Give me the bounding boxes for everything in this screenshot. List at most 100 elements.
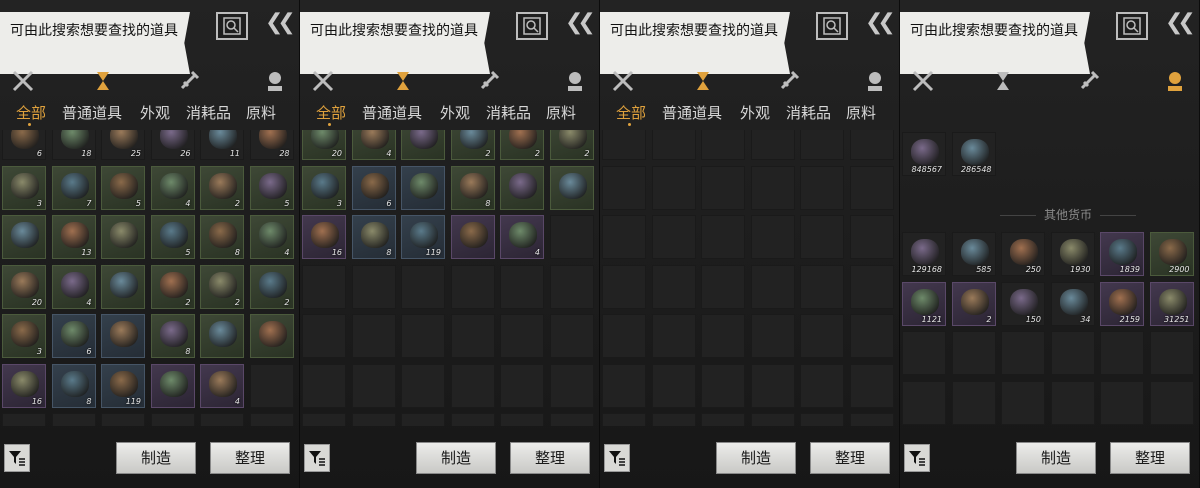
tab-3[interactable]: 消耗品	[786, 102, 831, 123]
empty-slot[interactable]	[951, 331, 996, 375]
item-slot[interactable]: 2	[150, 264, 195, 309]
filter-button[interactable]	[904, 444, 930, 472]
empty-slot[interactable]	[249, 413, 294, 426]
tab-1[interactable]: 普通道具	[362, 102, 422, 123]
empty-slot[interactable]	[701, 314, 745, 358]
item-slot[interactable]: 129168	[902, 232, 946, 276]
crossed-swords-icon[interactable]	[610, 68, 636, 94]
empty-slot[interactable]	[549, 363, 594, 408]
empty-slot[interactable]	[800, 363, 844, 408]
item-slot[interactable]	[101, 215, 145, 259]
sort-button[interactable]: 整理	[1110, 442, 1190, 474]
filter-button[interactable]	[604, 444, 630, 472]
empty-slot[interactable]	[450, 363, 495, 408]
item-slot[interactable]: 5	[101, 165, 145, 210]
item-slot[interactable]: 250	[1001, 232, 1045, 276]
coin-bag-icon[interactable]	[1162, 68, 1188, 94]
empty-slot[interactable]	[450, 413, 495, 426]
empty-slot[interactable]	[602, 363, 646, 408]
tab-4[interactable]: 原料	[846, 102, 876, 123]
item-slot[interactable]: 5	[249, 165, 294, 210]
item-slot[interactable]: 2900	[1149, 232, 1194, 276]
empty-slot[interactable]	[849, 130, 894, 160]
empty-slot[interactable]	[1001, 331, 1045, 375]
empty-slot[interactable]	[2, 413, 46, 426]
scroll-icon[interactable]	[476, 68, 502, 94]
item-slot[interactable]	[101, 314, 145, 358]
item-slot[interactable]: 2	[249, 264, 294, 309]
empty-slot[interactable]	[800, 215, 844, 259]
item-slot[interactable]: 2	[450, 130, 495, 160]
item-slot[interactable]: 1839	[1100, 232, 1144, 276]
empty-slot[interactable]	[549, 314, 594, 358]
empty-slot[interactable]	[351, 413, 396, 426]
empty-slot[interactable]	[549, 413, 594, 426]
item-slot[interactable]: 2	[200, 264, 244, 309]
item-slot[interactable]	[401, 130, 445, 160]
double-chevron-left-icon[interactable]: ❮❮	[1165, 10, 1196, 35]
hourglass-icon[interactable]	[990, 68, 1016, 94]
empty-slot[interactable]	[500, 363, 544, 408]
item-slot[interactable]: 34	[1050, 281, 1095, 326]
empty-slot[interactable]	[800, 165, 844, 210]
empty-slot[interactable]	[302, 314, 346, 358]
empty-slot[interactable]	[701, 363, 745, 408]
tab-4[interactable]: 原料	[246, 102, 276, 123]
double-chevron-left-icon[interactable]: ❮❮	[865, 10, 896, 35]
empty-slot[interactable]	[602, 165, 646, 210]
empty-slot[interactable]	[651, 264, 696, 309]
empty-slot[interactable]	[351, 363, 396, 408]
item-slot[interactable]: 2	[200, 165, 244, 210]
empty-slot[interactable]	[951, 380, 996, 425]
empty-slot[interactable]	[351, 264, 396, 309]
empty-slot[interactable]	[1149, 380, 1194, 425]
craft-button[interactable]: 制造	[1016, 442, 1096, 474]
crossed-swords-icon[interactable]	[910, 68, 936, 94]
item-slot[interactable]: 31251	[1149, 281, 1194, 326]
sort-button[interactable]: 整理	[210, 442, 290, 474]
search-button[interactable]	[1116, 12, 1148, 40]
item-slot[interactable]: 286548	[951, 132, 996, 176]
item-slot[interactable]: 7	[51, 165, 96, 210]
empty-slot[interactable]	[1149, 331, 1194, 375]
craft-button[interactable]: 制造	[716, 442, 796, 474]
hourglass-icon[interactable]	[390, 68, 416, 94]
empty-slot[interactable]	[549, 215, 594, 259]
empty-slot[interactable]	[500, 314, 544, 358]
item-slot[interactable]	[101, 264, 145, 309]
empty-slot[interactable]	[800, 314, 844, 358]
empty-slot[interactable]	[302, 413, 346, 426]
tab-0[interactable]: 全部	[316, 102, 346, 123]
empty-slot[interactable]	[750, 413, 795, 426]
item-slot[interactable]: 26	[150, 130, 195, 160]
sort-button[interactable]: 整理	[810, 442, 890, 474]
item-slot[interactable]: 3	[302, 165, 346, 210]
hourglass-icon[interactable]	[90, 68, 116, 94]
item-slot[interactable]: 16	[302, 215, 346, 259]
empty-slot[interactable]	[701, 413, 745, 426]
empty-slot[interactable]	[1050, 331, 1095, 375]
empty-slot[interactable]	[651, 363, 696, 408]
empty-slot[interactable]	[701, 130, 745, 160]
item-slot[interactable]	[500, 165, 544, 210]
empty-slot[interactable]	[849, 215, 894, 259]
search-button[interactable]	[516, 12, 548, 40]
item-slot[interactable]: 4	[200, 363, 244, 408]
item-slot[interactable]: 6	[51, 314, 96, 358]
empty-slot[interactable]	[849, 314, 894, 358]
item-slot[interactable]: 28	[249, 130, 294, 160]
item-slot[interactable]	[2, 215, 46, 259]
search-button[interactable]	[816, 12, 848, 40]
empty-slot[interactable]	[1050, 380, 1095, 425]
tab-4[interactable]: 原料	[546, 102, 576, 123]
item-slot[interactable]	[150, 363, 195, 408]
empty-slot[interactable]	[602, 314, 646, 358]
empty-slot[interactable]	[651, 413, 696, 426]
item-slot[interactable]: 25	[101, 130, 145, 160]
item-slot[interactable]: 8	[450, 165, 495, 210]
empty-slot[interactable]	[549, 264, 594, 309]
empty-slot[interactable]	[651, 314, 696, 358]
empty-slot[interactable]	[750, 264, 795, 309]
empty-slot[interactable]	[401, 264, 445, 309]
filter-button[interactable]	[304, 444, 330, 472]
